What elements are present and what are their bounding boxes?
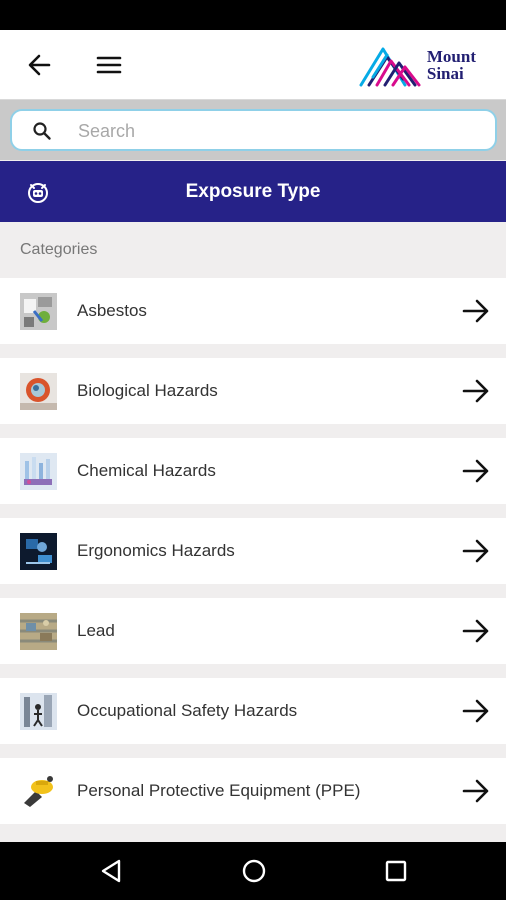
list-item-chemical-hazards[interactable]: Chemical Hazards — [0, 438, 506, 504]
search-icon — [32, 121, 52, 141]
page-title: Exposure Type — [185, 181, 321, 202]
ppe-thumbnail — [20, 773, 57, 810]
list-item-label: Biological Hazards — [77, 381, 218, 400]
status-bar — [0, 0, 506, 30]
list-item-personal-protective-equipment[interactable]: Personal Protective Equipment (PPE) — [0, 758, 506, 824]
arrow-right-icon — [462, 458, 490, 484]
app-bar: Mount Sinai — [0, 30, 506, 100]
section-header: Exposure Type — [0, 161, 506, 222]
list-item-label: Personal Protective Equipment (PPE) — [77, 781, 361, 800]
arrow-right-icon — [462, 538, 490, 564]
list-item-occupational-safety-hazards[interactable]: Occupational Safety Hazards — [0, 678, 506, 744]
asbestos-thumbnail — [20, 293, 57, 330]
search-input[interactable] — [78, 117, 478, 145]
logo-line-1: Mount — [426, 47, 476, 66]
occupational-safety-thumbnail — [20, 693, 57, 730]
arrow-right-icon — [462, 698, 490, 724]
triangle-back-icon[interactable] — [97, 857, 125, 885]
list-item-biological-hazards[interactable]: Biological Hazards — [0, 358, 506, 424]
list-item-label: Asbestos — [77, 301, 147, 320]
list-item-label: Chemical Hazards — [77, 461, 216, 480]
list-item-asbestos[interactable]: Asbestos — [0, 278, 506, 344]
ergonomics-hazards-thumbnail — [20, 533, 57, 570]
square-recents-icon[interactable] — [382, 857, 410, 885]
list-item-label: Ergonomics Hazards — [77, 541, 235, 560]
chemical-hazards-thumbnail — [20, 453, 57, 490]
lead-thumbnail — [20, 613, 57, 650]
logo-line-2: Sinai — [426, 64, 464, 83]
list-item-ergonomics-hazards[interactable]: Ergonomics Hazards — [0, 518, 506, 584]
list-item-label: Occupational Safety Hazards — [77, 701, 298, 720]
mount-sinai-logo-mark — [359, 47, 421, 87]
mount-sinai-wordmark: Mount Sinai — [427, 48, 476, 82]
arrow-left-icon[interactable] — [24, 50, 54, 80]
search-box[interactable] — [10, 109, 497, 151]
list-item-lead[interactable]: Lead — [0, 598, 506, 664]
category-list: Asbestos Biological Hazards Chemical Haz… — [0, 278, 506, 838]
search-bar-container — [0, 100, 506, 160]
arrow-right-icon — [462, 378, 490, 404]
categories-subheader: Categories — [0, 222, 506, 278]
biological-hazards-thumbnail — [20, 373, 57, 410]
hamburger-menu-icon[interactable] — [94, 50, 124, 80]
arrow-right-icon — [462, 778, 490, 804]
arrow-right-icon — [462, 298, 490, 324]
arrow-right-icon — [462, 618, 490, 644]
circle-home-icon[interactable] — [240, 857, 268, 885]
list-item-label: Lead — [77, 621, 115, 640]
categories-label: Categories — [20, 241, 98, 258]
mount-sinai-logo: Mount Sinai — [359, 42, 476, 88]
system-navigation-bar — [0, 842, 506, 900]
